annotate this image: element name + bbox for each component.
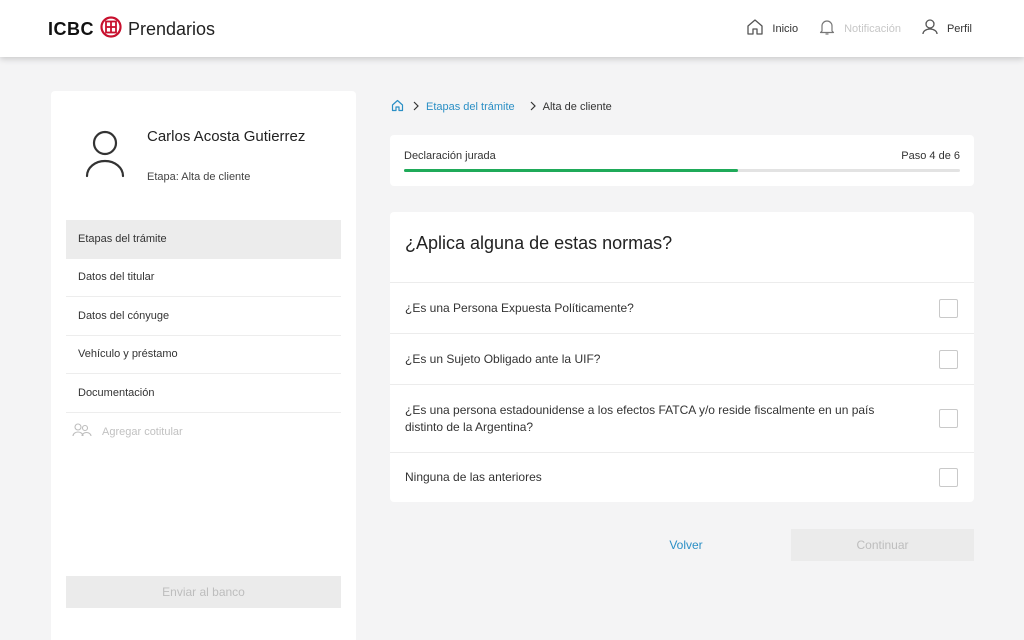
icbc-logo-icon	[100, 15, 122, 43]
send-to-bank-button[interactable]: Enviar al banco	[66, 576, 341, 608]
sidebar: Carlos Acosta Gutierrez Etapa: Alta de c…	[51, 91, 356, 640]
bell-icon	[818, 18, 836, 39]
option-label: ¿Es una persona estadounidense a los efe…	[405, 402, 875, 434]
progress-label: Declaración jurada	[404, 150, 496, 162]
option-row-pep[interactable]: ¿Es una Persona Expuesta Políticamente?	[390, 282, 974, 333]
option-label: Ninguna de las anteriores	[405, 470, 542, 484]
question-card: ¿Aplica alguna de estas normas? ¿Es una …	[390, 212, 974, 502]
continue-button[interactable]: Continuar	[791, 529, 974, 561]
progress-fill	[404, 169, 738, 172]
brand-name: Prendarios	[128, 18, 216, 39]
option-row-none[interactable]: Ninguna de las anteriores	[390, 452, 974, 502]
chevron-right-icon	[529, 101, 537, 114]
question-title: ¿Aplica alguna de estas normas?	[405, 233, 673, 253]
home-icon[interactable]	[391, 99, 404, 115]
user-profile: Carlos Acosta Gutierrez Etapa: Alta de c…	[83, 127, 305, 184]
brand-logo[interactable]: ICBC Prendarios	[48, 15, 216, 43]
nav-profile[interactable]: Perfil	[921, 18, 972, 39]
sidebar-menu: Etapas del trámite Datos del titular Dat…	[66, 220, 341, 451]
nav-home-label: Inicio	[772, 22, 799, 35]
sidebar-item-label: Etapas del trámite	[78, 232, 167, 245]
back-button[interactable]: Volver	[640, 529, 732, 561]
sidebar-item-label: Datos del titular	[78, 271, 155, 284]
top-nav: Inicio Notificación Perfil	[726, 18, 972, 39]
progress-step: Paso 4 de 6	[901, 150, 960, 162]
sidebar-item-vehiculo[interactable]: Vehículo y préstamo	[66, 336, 341, 374]
home-icon	[746, 18, 764, 39]
add-users-icon	[72, 423, 92, 440]
add-cotitular-item[interactable]: Agregar cotitular	[66, 413, 341, 452]
option-label: ¿Es un Sujeto Obligado ante la UIF?	[405, 351, 601, 366]
checkbox-pep[interactable]	[939, 298, 958, 318]
add-cotitular-label: Agregar cotitular	[102, 425, 183, 438]
user-name: Carlos Acosta Gutierrez	[147, 128, 306, 145]
sidebar-item-conyuge[interactable]: Datos del cónyuge	[66, 297, 341, 336]
breadcrumb: Etapas del trámite Alta de cliente	[391, 99, 612, 115]
sidebar-item-label: Datos del cónyuge	[78, 309, 170, 322]
progress-card: Declaración jurada Paso 4 de 6	[390, 135, 974, 186]
breadcrumb-current: Alta de cliente	[542, 101, 612, 113]
nav-home[interactable]: Inicio	[746, 18, 798, 39]
user-icon	[921, 18, 939, 39]
progress-track	[404, 169, 960, 172]
sidebar-item-etapas[interactable]: Etapas del trámite	[66, 220, 341, 259]
option-label: ¿Es una Persona Expuesta Políticamente?	[405, 300, 634, 315]
sidebar-item-label: Documentación	[78, 386, 155, 399]
nav-profile-label: Perfil	[946, 22, 972, 35]
option-row-uif[interactable]: ¿Es un Sujeto Obligado ante la UIF?	[390, 333, 974, 384]
checkbox-uif[interactable]	[939, 349, 958, 369]
checkbox-none[interactable]	[939, 468, 958, 487]
nav-notifications-label: Notificación	[844, 22, 901, 35]
breadcrumb-link[interactable]: Etapas del trámite	[426, 101, 515, 113]
user-stage: Etapa: Alta de cliente	[147, 171, 251, 183]
checkbox-fatca[interactable]	[939, 409, 958, 428]
nav-notifications[interactable]: Notificación	[818, 18, 901, 39]
sidebar-item-documentacion[interactable]: Documentación	[66, 374, 341, 413]
user-avatar-icon	[83, 127, 131, 184]
chevron-right-icon	[412, 101, 420, 114]
sidebar-item-titular[interactable]: Datos del titular	[66, 259, 341, 297]
sidebar-item-label: Vehículo y préstamo	[78, 348, 178, 361]
option-row-fatca[interactable]: ¿Es una persona estadounidense a los efe…	[390, 384, 974, 452]
brand-prefix: ICBC	[48, 18, 94, 39]
top-bar: ICBC Prendarios Inicio Notificación Perf…	[0, 0, 1024, 57]
